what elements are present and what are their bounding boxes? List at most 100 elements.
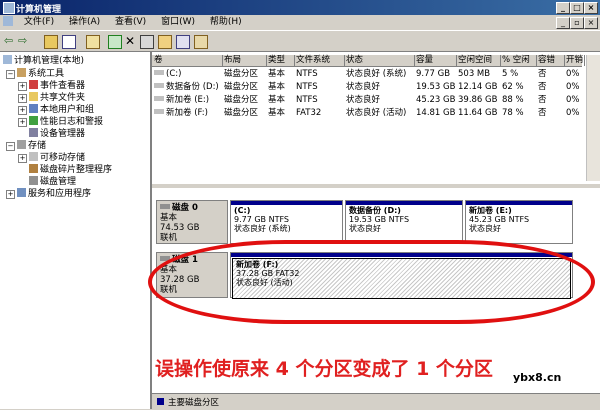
volume-type: 基本 (268, 82, 286, 92)
menu-file[interactable]: 文件(F) (18, 15, 60, 30)
refresh-icon[interactable] (108, 35, 122, 49)
tools-icon (17, 68, 26, 77)
expand-icon[interactable]: + (18, 94, 27, 103)
back-icon[interactable]: ⇦ (4, 35, 16, 47)
volume-free: 11.64 GB (458, 108, 498, 118)
volume-row[interactable]: 新加卷 (E:) 磁盘分区 基本 NTFS 状态良好 45.23 GB 39.8… (152, 94, 582, 106)
volume-layout: 磁盘分区 (224, 69, 259, 79)
expand-icon[interactable]: + (18, 118, 27, 127)
settings-icon[interactable] (140, 35, 154, 49)
disk-0-info[interactable]: 磁盘 0 基本 74.53 GB 联机 (156, 200, 228, 244)
disk-0-size: 74.53 GB (160, 223, 200, 233)
drive-icon (154, 83, 164, 88)
tree-item-perf-logs[interactable]: + 性能日志和警报 (18, 116, 103, 128)
tree-item-defrag[interactable]: 磁盘碎片整理程序 (29, 164, 112, 176)
window-title: 计算机管理 (16, 5, 62, 15)
volume-percent-free: 88 % (502, 95, 524, 105)
child-minimize-button[interactable]: _ (556, 17, 570, 29)
volume-free: 12.14 GB (458, 82, 498, 92)
tree-item-disk-management[interactable]: 磁盘管理 (29, 176, 76, 188)
col-status[interactable]: 状态 (344, 55, 415, 66)
volume-overhead: 0% (566, 69, 580, 79)
volume-status: 状态良好 (活动) (346, 108, 407, 118)
col-overhead[interactable]: 开销 (564, 55, 585, 66)
volume-fault-tolerance: 否 (538, 69, 547, 79)
legend-bar: 主要磁盘分区 (152, 393, 600, 410)
tree-defrag-label: 磁盘碎片整理程序 (40, 165, 113, 175)
watermark: ybx8.cn (513, 371, 562, 384)
show-tree-icon[interactable] (62, 35, 76, 49)
col-type[interactable]: 类型 (266, 55, 295, 66)
tree-item-storage[interactable]: − 存储 (6, 140, 46, 152)
menu-window[interactable]: 窗口(W) (155, 15, 201, 30)
col-layout[interactable]: 布局 (222, 55, 267, 66)
expand-icon[interactable]: + (6, 190, 15, 199)
volume-type: 基本 (268, 69, 286, 79)
expand-icon[interactable]: + (18, 82, 27, 91)
volume-capacity: 9.77 GB (416, 69, 451, 79)
tree-item-system-tools[interactable]: − 系统工具 (6, 68, 64, 80)
expand-icon[interactable]: + (18, 106, 27, 115)
disk-0-label: 磁盘 0 (160, 203, 224, 213)
tree-item-root[interactable]: 计算机管理(本地) (3, 55, 84, 67)
menu-view[interactable]: 查看(V) (109, 15, 152, 30)
properties-icon[interactable] (86, 35, 100, 49)
volume-layout: 磁盘分区 (224, 108, 259, 118)
partition-c[interactable]: (C:) 9.77 GB NTFS 状态良好 (系统) (230, 200, 343, 244)
volume-type: 基本 (268, 108, 286, 118)
collapse-icon[interactable]: − (6, 142, 15, 151)
tree-item-event-viewer[interactable]: + 事件查看器 (18, 80, 85, 92)
tree-item-services[interactable]: + 服务和应用程序 (6, 188, 91, 200)
expand-icon[interactable]: + (18, 154, 27, 163)
minimize-button[interactable]: _ (556, 2, 570, 14)
col-fault-tolerance[interactable]: 容错 (536, 55, 565, 66)
help-icon[interactable] (194, 35, 208, 49)
search-icon[interactable] (176, 35, 190, 49)
partition-d[interactable]: 数据备份 (D:) 19.53 GB NTFS 状态良好 (345, 200, 463, 244)
tree-item-shared-folders[interactable]: + 共享文件夹 (18, 92, 85, 104)
volume-filesystem: FAT32 (296, 108, 322, 118)
volume-name: (C:) (152, 68, 222, 80)
up-folder-icon[interactable] (44, 35, 58, 49)
tree-item-local-users[interactable]: + 本地用户和组 (18, 104, 94, 116)
volume-row[interactable]: 数据备份 (D:) 磁盘分区 基本 NTFS 状态良好 19.53 GB 12.… (152, 81, 582, 93)
volume-percent-free: 78 % (502, 108, 524, 118)
computer-icon (3, 55, 12, 64)
volume-percent-free: 62 % (502, 82, 524, 92)
partition-e[interactable]: 新加卷 (E:) 45.23 GB NTFS 状态良好 (465, 200, 573, 244)
child-close-button[interactable]: × (584, 17, 598, 29)
collapse-icon[interactable]: − (6, 70, 15, 79)
partition-name: 新加卷 (E:) (469, 206, 512, 215)
maximize-button[interactable]: □ (570, 2, 584, 14)
menu-action[interactable]: 操作(A) (63, 15, 106, 30)
forward-icon[interactable]: ⇨ (18, 35, 30, 47)
col-free-space[interactable]: 空闲空间 (456, 55, 501, 66)
volume-percent-free: 5 % (502, 69, 519, 79)
child-restore-button[interactable]: ▫ (570, 17, 584, 29)
tree-storage-label: 存储 (28, 141, 47, 151)
volume-row[interactable]: (C:) 磁盘分区 基本 NTFS 状态良好 (系统) 9.77 GB 503 … (152, 68, 582, 80)
volume-filesystem: NTFS (296, 95, 318, 105)
volume-list-scrollbar[interactable] (586, 55, 600, 181)
col-filesystem[interactable]: 文件系统 (294, 55, 345, 66)
menu-help[interactable]: 帮助(H) (204, 15, 248, 30)
volume-fault-tolerance: 否 (538, 82, 547, 92)
services-icon (17, 188, 26, 197)
partition-status: 状态良好 (349, 224, 381, 233)
drive-icon (154, 70, 164, 75)
partition-detail: 19.53 GB NTFS (349, 215, 410, 224)
volume-name: 数据备份 (D:) (152, 81, 222, 93)
event-viewer-icon (29, 80, 38, 89)
tree-item-removable[interactable]: + 可移动存储 (18, 152, 85, 164)
tree-item-device-manager[interactable]: 设备管理器 (29, 128, 85, 140)
shared-folder-icon (29, 92, 38, 101)
delete-icon[interactable]: ✕ (124, 35, 136, 47)
col-percent-free[interactable]: % 空闲 (500, 55, 537, 66)
close-button[interactable]: × (584, 2, 598, 14)
col-capacity[interactable]: 容量 (414, 55, 457, 66)
col-volume[interactable]: 卷 (152, 55, 223, 66)
volume-name: 新加卷 (E:) (152, 94, 222, 106)
volume-fault-tolerance: 否 (538, 108, 547, 118)
open-icon[interactable] (158, 35, 172, 49)
volume-row[interactable]: 新加卷 (F:) 磁盘分区 基本 FAT32 状态良好 (活动) 14.81 G… (152, 107, 582, 119)
